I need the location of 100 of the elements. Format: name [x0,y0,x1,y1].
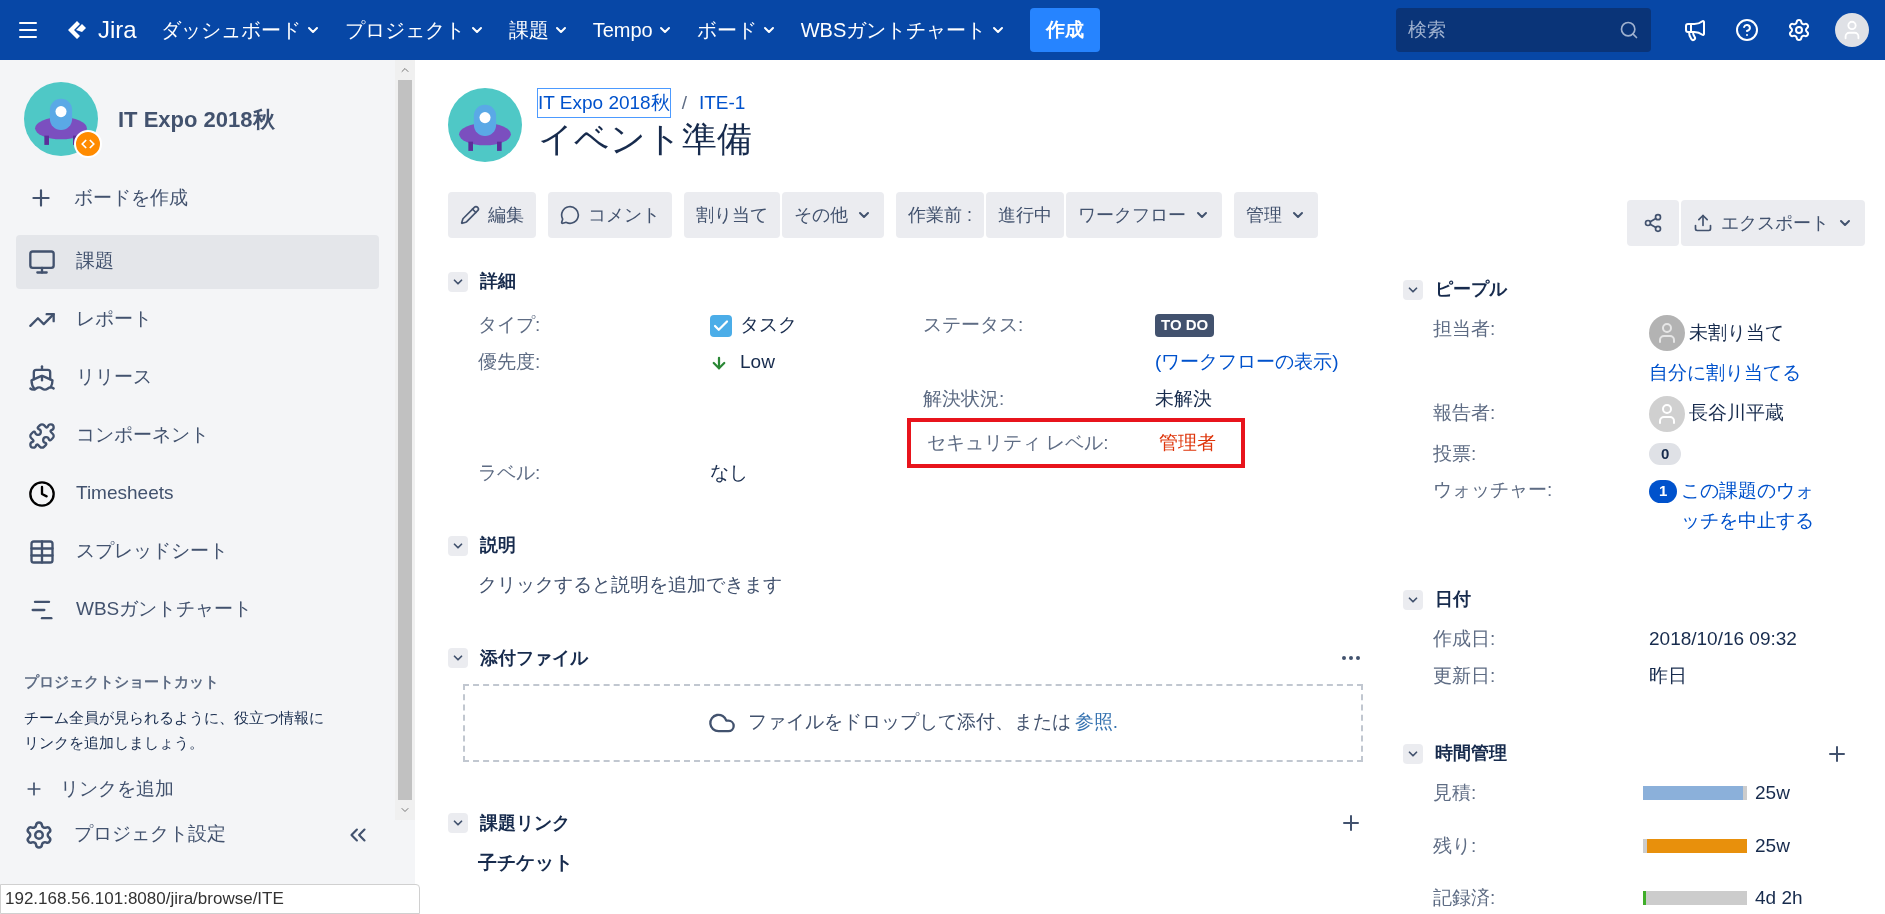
collapse-toggle[interactable] [1403,589,1423,610]
settings-icon[interactable] [24,819,54,850]
field-value: 4d 2h [1755,886,1803,910]
help-icon[interactable] [1735,18,1759,42]
project-avatar-icon [24,82,98,156]
sidebar-item-label: コンポーネント [76,423,209,448]
field-label: ウォッチャー: [1433,478,1554,502]
nav-menu[interactable]: 課題 [508,15,569,45]
create-board-button[interactable]: ボードを作成 [28,184,379,213]
nav-menu[interactable]: プロジェクト [344,15,485,45]
code-badge-icon [74,130,102,158]
toolbar-button[interactable]: 進行中 [986,192,1064,238]
field-label: セキュリティ レベル: [927,430,1110,455]
sidebar-item[interactable]: Timesheets [16,466,379,521]
breadcrumb-link[interactable]: ITE-1 [698,88,746,118]
sidebar-item-label: Timesheets [76,481,174,506]
collapse-toggle[interactable] [1403,279,1423,300]
field-label: 担当者: [1433,317,1497,341]
nav-menu[interactable]: ダッシュボード [160,15,321,45]
section-title: 日付 [1435,588,1471,611]
field-value: なし [710,461,748,486]
shortcuts-heading: プロジェクトショートカット [24,671,220,692]
field-label: 記録済: [1433,886,1497,910]
section-title: 説明 [480,534,516,557]
field-value: 25w [1755,833,1790,858]
field-label: 作成日: [1433,627,1497,651]
field-label: タイプ: [478,313,542,338]
project-avatar-icon [448,88,522,162]
task-type-icon [710,314,732,337]
breadcrumb-link[interactable]: IT Expo 2018秋 [538,88,670,118]
sidebar-item[interactable]: 課題 [16,234,379,289]
monitor-icon [28,247,56,276]
toolbar-button[interactable]: 割り当て [684,192,780,238]
field-label: 解決状況: [923,387,1006,412]
sidebar-item[interactable]: リリース [16,350,379,405]
field-label: 優先度: [478,350,542,375]
stop-watching-link[interactable]: この課題のウォッチを中止する [1681,476,1822,536]
section-title: 時間管理 [1435,742,1507,765]
section-title: ピープル [1435,278,1507,301]
assign-to-me-link[interactable]: 自分に割り当てる [1649,359,1801,388]
description-placeholder[interactable]: クリックすると説明を追加できます [478,571,1363,600]
toolbar-button[interactable]: ワークフロー [1066,192,1222,238]
unknown-user-avatar [1649,315,1685,351]
megaphone-icon[interactable] [1683,18,1707,42]
sidebar-item-label: WBSガントチャート [76,597,253,622]
comment-icon [560,205,580,225]
export-button[interactable]: エクスポート [1681,200,1865,246]
breadcrumb-separator: / [681,90,687,115]
field-value: 管理者 [1159,430,1216,455]
project-settings-link[interactable]: プロジェクト設定 [74,820,226,849]
toolbar-button[interactable]: 作業前 : [896,192,984,238]
collapse-toggle[interactable] [448,813,468,833]
sidebar-item[interactable]: WBSガントチャート [16,582,379,637]
field-value: タスク [740,313,797,338]
add-link-button[interactable]: リンクを追加 [24,775,379,804]
vote-count[interactable]: 0 [1649,442,1682,465]
search-icon [1619,20,1639,40]
user-avatar[interactable] [1835,13,1869,47]
field-label: 投票: [1433,441,1478,466]
field-value: 未解決 [1155,387,1212,412]
toolbar-button[interactable]: 編集 [448,192,536,238]
toolbar-button[interactable]: コメント [548,192,672,238]
sidebar-item[interactable]: レポート [16,292,379,347]
file-drop-zone[interactable]: ファイルをドロップして添付、または 参照. [463,683,1363,762]
table-icon [28,537,56,566]
toolbar-button[interactable]: 管理 [1234,192,1318,238]
toolbar-button[interactable]: その他 [782,192,884,238]
field-label: 更新日: [1433,663,1497,688]
subtask-heading: 子チケット [478,850,574,875]
collapse-toggle[interactable] [448,648,468,668]
shortcuts-description: チーム全員が見られるように、役立つ情報にリンクを追加しましょう。 [24,708,325,753]
sidebar-item[interactable]: コンポーネント [16,408,379,463]
clock-icon [28,479,56,508]
status-lozenge: TO DO [1155,314,1215,337]
field-label: ステータス: [923,313,1025,338]
field-label: 報告者: [1433,401,1497,426]
collapse-toggle[interactable] [1403,743,1423,764]
search-field[interactable]: 検索 [1396,8,1651,52]
section-title: 添付ファイル [480,646,588,670]
nav-menu[interactable]: ボード [696,15,777,45]
collapse-toggle[interactable] [448,535,468,556]
workflow-link[interactable]: (ワークフローの表示) [1155,348,1339,377]
ship-icon [28,363,56,392]
field-value: 昨日 [1649,663,1687,688]
project-name: IT Expo 2018秋 [118,105,275,134]
issue-title: イベント準備 [538,118,752,161]
nav-menu[interactable]: Tempo [592,15,673,45]
upload-icon [1693,213,1713,233]
sidebar-item[interactable]: スプレッドシート [16,524,379,579]
create-button[interactable]: 作成 [1030,8,1101,52]
field-label: 見積: [1433,781,1478,805]
nav-menu[interactable]: WBSガントチャート [800,15,1007,45]
collapse-toggle[interactable] [448,271,468,292]
settings-icon[interactable] [1787,18,1811,42]
drop-text: ファイルをドロップして添付、または [747,710,1071,735]
pencil-icon [460,205,480,225]
field-label: ラベル: [478,461,542,486]
share-button[interactable] [1627,200,1679,246]
field-value: 長谷川平蔵 [1689,401,1784,426]
browse-link[interactable]: 参照. [1074,708,1119,737]
